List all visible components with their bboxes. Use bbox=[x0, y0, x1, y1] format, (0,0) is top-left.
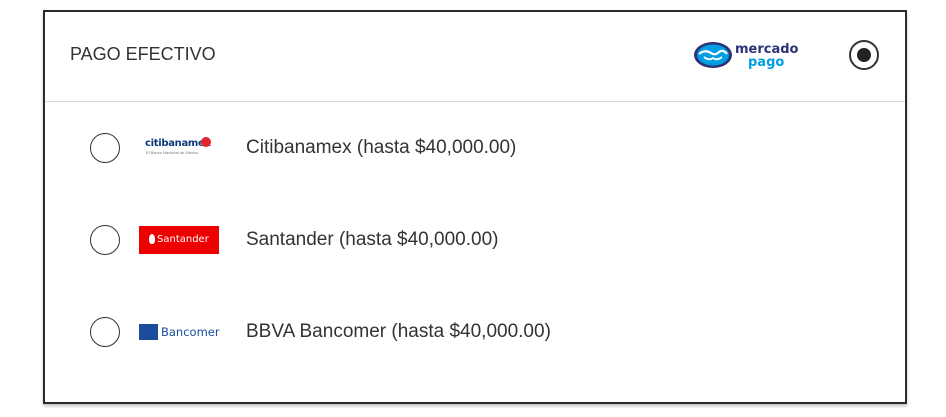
santander-radio[interactable] bbox=[90, 225, 120, 255]
mercadopago-word-pago: pago bbox=[748, 55, 785, 70]
citibanamex-flower-icon bbox=[201, 137, 211, 147]
option-citibanamex[interactable]: citibanamex El Banco Nacional de México … bbox=[45, 119, 905, 179]
santander-flame-icon bbox=[149, 234, 155, 244]
citibanamex-logo-subtext: El Banco Nacional de México bbox=[146, 150, 199, 155]
santander-logo: Santander bbox=[139, 226, 221, 254]
santander-logo-text: Santander bbox=[157, 234, 209, 245]
citibanamex-label: Citibanamex (hasta $40,000.00) bbox=[246, 137, 517, 158]
bancomer-square-icon bbox=[139, 324, 158, 340]
santander-logo-background: Santander bbox=[139, 226, 219, 254]
bancomer-logo-text: Bancomer bbox=[161, 325, 220, 339]
payment-method-title: PAGO EFECTIVO bbox=[70, 44, 216, 64]
santander-label: Santander (hasta $40,000.00) bbox=[246, 229, 499, 250]
citibanamex-logo: citibanamex El Banco Nacional de México bbox=[139, 134, 221, 162]
bancomer-label: BBVA Bancomer (hasta $40,000.00) bbox=[246, 321, 551, 342]
mercadopago-logo: mercado pago bbox=[693, 40, 801, 74]
option-santander[interactable]: Santander Santander (hasta $40,000.00) bbox=[45, 211, 905, 271]
option-bancomer[interactable]: Bancomer BBVA Bancomer (hasta $40,000.00… bbox=[45, 303, 905, 363]
payment-method-header[interactable]: PAGO EFECTIVO mercado pago bbox=[45, 12, 905, 102]
bancomer-radio[interactable] bbox=[90, 317, 120, 347]
radio-selected-dot bbox=[857, 48, 871, 62]
pago-efectivo-radio-selected[interactable] bbox=[849, 40, 879, 70]
citibanamex-radio[interactable] bbox=[90, 133, 120, 163]
payment-method-panel: PAGO EFECTIVO mercado pago citibanamex E… bbox=[43, 10, 907, 404]
mercadopago-handshake-icon bbox=[694, 42, 732, 68]
bancomer-logo: Bancomer bbox=[139, 318, 221, 346]
